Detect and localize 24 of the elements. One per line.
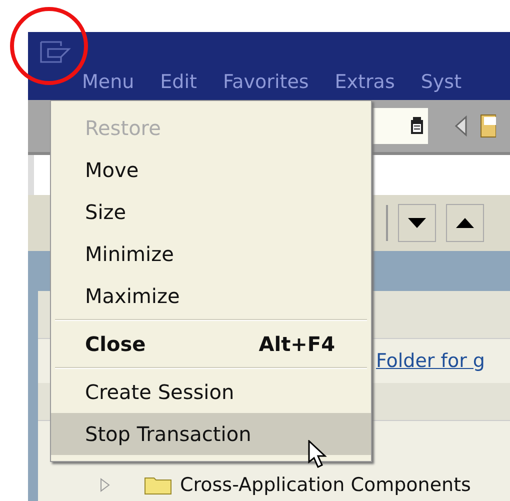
back-icon[interactable] <box>454 115 468 137</box>
scroll-down-button[interactable] <box>398 204 436 242</box>
folder-link[interactable]: Folder for g <box>376 346 485 376</box>
menu-bar-item[interactable]: Syst <box>420 68 474 100</box>
down-triangle-icon <box>408 218 426 228</box>
up-triangle-icon <box>456 218 474 228</box>
window-menu-option[interactable]: Size <box>51 191 371 233</box>
mouse-pointer-icon <box>308 440 328 469</box>
menu-bar-item[interactable]: Menu <box>82 68 146 100</box>
clipboard-icon[interactable] <box>410 117 424 135</box>
menu-bar-item[interactable]: Favorites <box>222 68 321 100</box>
menu-bar-item[interactable]: Edit <box>160 68 209 100</box>
window-menu-option[interactable]: Minimize <box>51 233 371 275</box>
window-menu-option[interactable]: Close Alt+F4 <box>51 323 371 365</box>
save-icon[interactable] <box>480 114 496 138</box>
window-menu-option[interactable]: Maximize <box>51 275 371 317</box>
window-icon[interactable] <box>39 40 71 64</box>
window-menu-option[interactable]: Create Session <box>51 371 371 413</box>
folder-icon <box>144 475 172 495</box>
menu-bar-item[interactable]: Extras <box>334 68 407 100</box>
window-menu-option[interactable]: Stop Transaction <box>51 413 371 455</box>
scroll-up-button[interactable] <box>446 204 484 242</box>
window-menu-option[interactable]: Move <box>51 149 371 191</box>
tree-item[interactable]: Cross-Application Components <box>180 470 471 500</box>
